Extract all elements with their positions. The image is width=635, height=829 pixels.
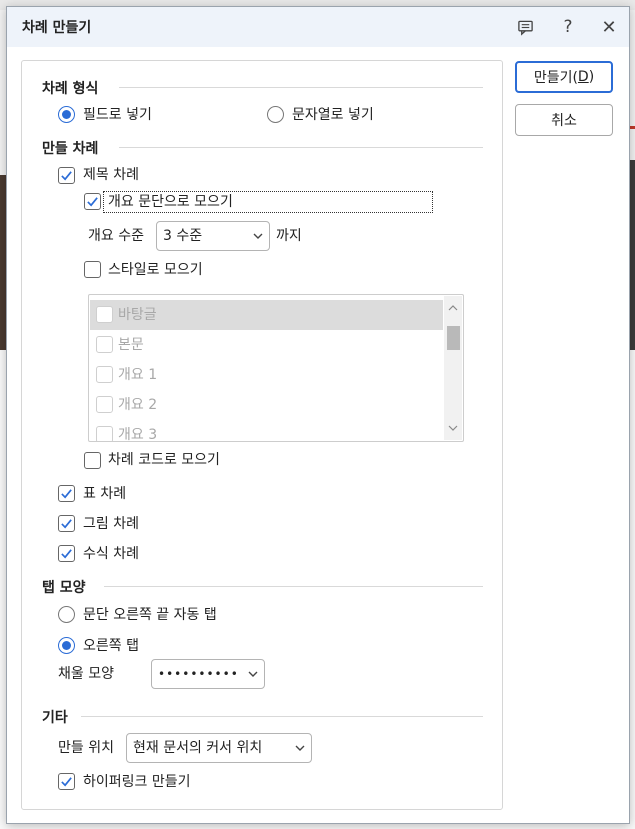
list-item-checkbox[interactable] bbox=[96, 396, 113, 413]
outline-collect-label: 개요 문단으로 모으기 bbox=[108, 194, 233, 210]
section-divider bbox=[119, 147, 483, 148]
outline-level-suffix: 까지 bbox=[276, 228, 302, 244]
list-item[interactable]: 바탕글 bbox=[90, 300, 443, 330]
list-item[interactable]: 개요 3 bbox=[90, 420, 443, 442]
radio-auto-tab[interactable] bbox=[58, 606, 75, 623]
section-divider bbox=[119, 87, 483, 88]
create-button[interactable]: 만들기(D) bbox=[515, 61, 613, 93]
outline-level-label: 개요 수준 bbox=[88, 228, 144, 244]
style-list[interactable]: 바탕글 본문 개요 1 개요 2 개요 3 bbox=[88, 294, 464, 442]
fill-style-value: •••••••••• bbox=[158, 667, 239, 681]
section-make-title: 만들 차례 bbox=[42, 141, 99, 157]
create-button-close: ) bbox=[588, 69, 595, 85]
figure-toc-checkbox[interactable] bbox=[58, 515, 75, 532]
position-value: 현재 문서의 커서 위치 bbox=[133, 740, 263, 756]
scroll-thumb[interactable] bbox=[447, 326, 460, 350]
radio-string-label: 문자열로 넣기 bbox=[292, 107, 374, 123]
radio-auto-tab-label: 문단 오른쪽 끝 자동 탭 bbox=[83, 607, 217, 623]
dialog-title: 차례 만들기 bbox=[22, 20, 92, 36]
radio-field[interactable] bbox=[58, 106, 75, 123]
style-collect-label: 스타일로 모으기 bbox=[108, 262, 203, 278]
radio-right-tab[interactable] bbox=[58, 637, 75, 654]
fill-style-label: 채울 모양 bbox=[58, 666, 114, 682]
list-item[interactable]: 개요 2 bbox=[90, 390, 443, 420]
figure-toc-label: 그림 차례 bbox=[83, 516, 139, 532]
close-button[interactable]: ✕ bbox=[597, 15, 621, 39]
list-item[interactable]: 본문 bbox=[90, 330, 443, 360]
list-item-label: 개요 1 bbox=[118, 367, 158, 383]
section-divider bbox=[81, 716, 483, 717]
outline-level-value: 3 수준 bbox=[163, 228, 203, 244]
position-select[interactable]: 현재 문서의 커서 위치 bbox=[126, 733, 312, 763]
create-button-accel: D bbox=[577, 69, 589, 85]
list-item[interactable]: 개요 1 bbox=[90, 360, 443, 390]
fill-style-select[interactable]: •••••••••• bbox=[151, 659, 265, 689]
check-icon bbox=[61, 777, 72, 787]
chevron-down-icon bbox=[295, 745, 305, 751]
help-button[interactable]: ? bbox=[556, 15, 580, 39]
list-item-label: 바탕글 bbox=[118, 307, 157, 323]
outline-level-select[interactable]: 3 수준 bbox=[156, 221, 270, 251]
section-tab-title: 탭 모양 bbox=[42, 580, 86, 596]
heading-toc-label: 제목 차례 bbox=[83, 167, 139, 183]
radio-right-tab-label: 오른쪽 탭 bbox=[83, 638, 139, 654]
list-item-checkbox[interactable] bbox=[96, 366, 113, 383]
list-scrollbar[interactable] bbox=[444, 296, 462, 440]
list-item-label: 개요 2 bbox=[118, 397, 158, 413]
list-item-label: 개요 3 bbox=[118, 427, 158, 442]
section-divider bbox=[104, 586, 483, 587]
table-toc-label: 표 차례 bbox=[83, 486, 127, 502]
section-etc-title: 기타 bbox=[42, 710, 68, 726]
position-label: 만들 위치 bbox=[58, 740, 114, 756]
radio-string[interactable] bbox=[267, 106, 284, 123]
title-bar: 차례 만들기 ? ✕ bbox=[7, 7, 629, 47]
code-collect-label: 차례 코드로 모으기 bbox=[108, 452, 220, 468]
list-item-checkbox[interactable] bbox=[96, 306, 113, 323]
list-item-checkbox[interactable] bbox=[96, 336, 113, 353]
equation-toc-checkbox[interactable] bbox=[58, 545, 75, 562]
comment-icon[interactable] bbox=[513, 15, 537, 39]
section-format-title: 차례 형식 bbox=[42, 81, 99, 97]
scroll-up-icon[interactable] bbox=[448, 304, 458, 312]
code-collect-checkbox[interactable] bbox=[84, 452, 101, 469]
heading-toc-checkbox[interactable] bbox=[58, 167, 75, 184]
cancel-button[interactable]: 취소 bbox=[515, 104, 613, 136]
options-panel: 차례 형식 필드로 넣기 문자열로 넣기 만들 차례 제목 차례 개요 문단으로… bbox=[21, 60, 503, 810]
equation-toc-label: 수식 차례 bbox=[83, 546, 139, 562]
list-item-checkbox[interactable] bbox=[96, 426, 113, 441]
chevron-down-icon bbox=[248, 671, 258, 677]
style-collect-checkbox[interactable] bbox=[84, 261, 101, 278]
radio-field-label: 필드로 넣기 bbox=[83, 107, 152, 123]
check-icon bbox=[87, 197, 98, 207]
check-icon bbox=[61, 549, 72, 559]
toc-dialog: 차례 만들기 ? ✕ 만들기(D) 취소 차례 형식 필드로 넣기 문자열로 넣… bbox=[6, 6, 630, 824]
hyperlink-checkbox[interactable] bbox=[58, 773, 75, 790]
chevron-down-icon bbox=[253, 233, 263, 239]
check-icon bbox=[61, 519, 72, 529]
check-icon bbox=[61, 489, 72, 499]
table-toc-checkbox[interactable] bbox=[58, 485, 75, 502]
check-icon bbox=[61, 171, 72, 181]
scroll-down-icon[interactable] bbox=[448, 424, 458, 432]
list-item-label: 본문 bbox=[118, 337, 144, 353]
create-button-label: 만들기( bbox=[533, 70, 578, 86]
hyperlink-label: 하이퍼링크 만들기 bbox=[83, 774, 191, 790]
outline-collect-checkbox[interactable] bbox=[84, 193, 101, 210]
